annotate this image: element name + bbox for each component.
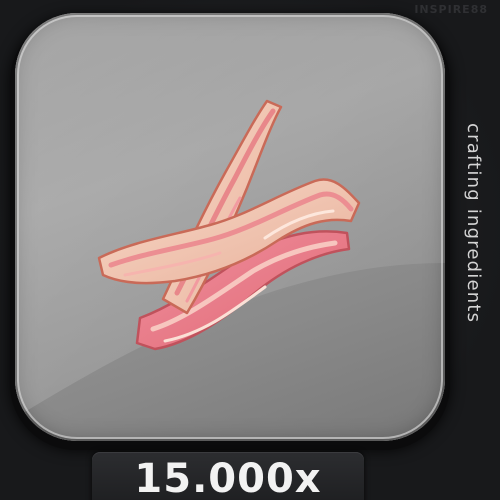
- item-tile[interactable]: [15, 13, 445, 441]
- bacon-strips-icon: [97, 99, 361, 351]
- quantity-value: 15.000x: [134, 456, 322, 500]
- quantity-badge: 15.000x: [92, 452, 364, 500]
- category-label: crafting ingredients: [463, 123, 484, 324]
- item-card: INSPIRE88 crafting ingredients 15.000x: [0, 0, 500, 500]
